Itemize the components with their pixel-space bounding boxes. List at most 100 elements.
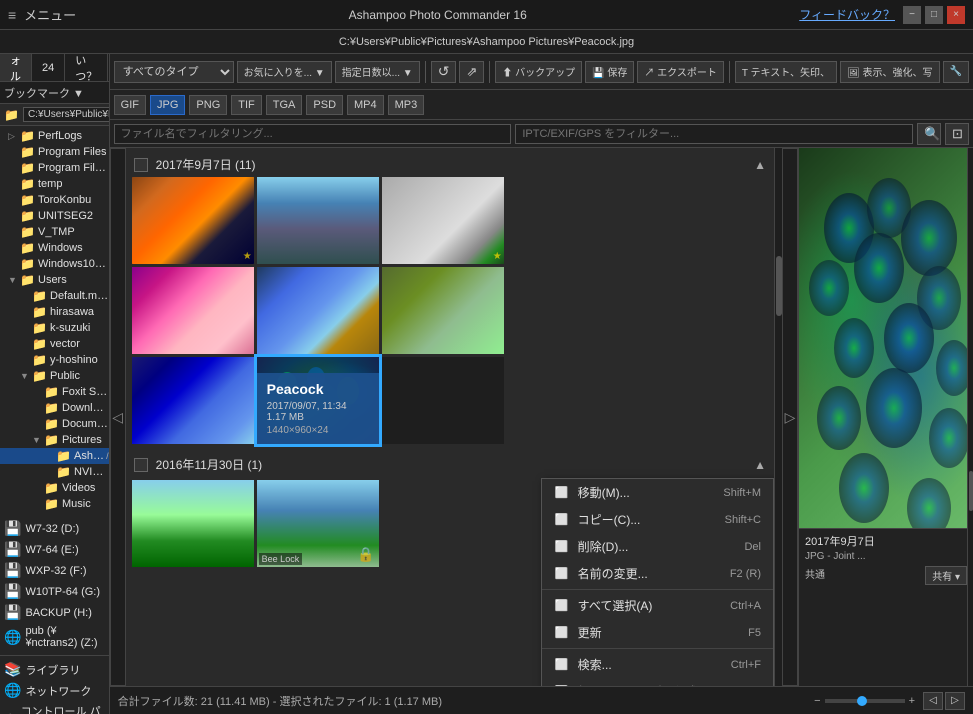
gif-tag[interactable]: GIF xyxy=(114,95,146,115)
share-button[interactable]: ⇗ xyxy=(459,61,484,83)
favorites-button[interactable]: お気に入りを... ▼ xyxy=(237,61,332,83)
photo-6[interactable] xyxy=(382,267,504,354)
tree-item-public[interactable]: ▼ 📁 Public xyxy=(0,368,109,384)
date-expand-2[interactable]: ▲ xyxy=(754,458,766,472)
tree-item-programfilesx86[interactable]: 📁 Program Files (x86) xyxy=(0,160,109,176)
tooltip-date: 2017/09/07, 11:34 xyxy=(267,401,369,412)
date-group-checkbox-1[interactable] xyxy=(134,158,148,172)
refresh-button[interactable]: ↺ xyxy=(431,61,457,83)
path-input[interactable] xyxy=(23,107,110,122)
grid-scrollbar-thumb[interactable] xyxy=(776,256,782,316)
nav-right-arrow[interactable]: ▷ xyxy=(782,148,798,686)
iptc-search[interactable] xyxy=(515,124,913,144)
tree-item-temp[interactable]: 📁 temp xyxy=(0,176,109,192)
tree-item-music[interactable]: 📁 Music xyxy=(0,496,109,512)
tab-folder[interactable]: フォルダ xyxy=(0,54,32,81)
right-share-btn[interactable]: 共有 ▾ xyxy=(925,566,967,585)
drive-backup[interactable]: 💾BACKUP (H:) xyxy=(0,602,109,623)
mp4-tag[interactable]: MP4 xyxy=(347,95,384,115)
zoom-slider[interactable] xyxy=(825,699,905,703)
drive-wxp32[interactable]: 💾WXP-32 (F:) xyxy=(0,560,109,581)
tree-item-foxit[interactable]: 📁 Foxit Software xyxy=(0,384,109,400)
tree-item-nvidia[interactable]: 📁 NVIDIA Corpo xyxy=(0,464,109,480)
zoom-out-icon[interactable]: − xyxy=(814,695,820,707)
library-item[interactable]: 📚ライブラリ xyxy=(0,659,109,680)
date-button[interactable]: 指定日数以... ▼ xyxy=(335,61,420,83)
tree-item-ashampoo[interactable]: 📁 Ashampoo Pi / xyxy=(0,448,109,464)
backup-button[interactable]: ⬆ バックアップ xyxy=(495,61,582,83)
tree-item-perflog[interactable]: ▷ 📁 PerfLogs xyxy=(0,128,109,144)
date-group-checkbox-2[interactable] xyxy=(134,458,148,472)
type-select[interactable]: すべてのタイプ xyxy=(114,61,234,83)
tree-item-users[interactable]: ▼ 📁 Users xyxy=(0,272,109,288)
bookmarks-label[interactable]: ブックマーク ▼ xyxy=(4,85,84,101)
tools-button[interactable]: 🔧 xyxy=(943,61,969,83)
zoom-thumb[interactable] xyxy=(857,696,867,706)
close-button[interactable]: × xyxy=(947,6,965,24)
tree-item-windows[interactable]: 📁 Windows xyxy=(0,240,109,256)
tree-item-downloads[interactable]: 📁 Downloads xyxy=(0,400,109,416)
enhance-button[interactable]: 🖼 表示、強化、写 xyxy=(840,61,939,83)
photo-5[interactable] xyxy=(257,267,379,354)
mp3-tag[interactable]: MP3 xyxy=(388,95,425,115)
tree-item-default[interactable]: 📁 Default.migrated xyxy=(0,288,109,304)
cm-move[interactable]: ⬜ 移動(M)... Shift+M xyxy=(542,479,773,506)
tree-item-programfiles[interactable]: 📁 Program Files xyxy=(0,144,109,160)
zoom-in-icon[interactable]: + xyxy=(909,695,915,707)
minimize-button[interactable]: − xyxy=(903,6,921,24)
photo-2[interactable] xyxy=(257,177,379,264)
tree-item-hirasawa[interactable]: 📁 hirasawa xyxy=(0,304,109,320)
cm-search[interactable]: ⬜ 検索... Ctrl+F xyxy=(542,651,773,678)
cm-select-all[interactable]: ⬜ すべて選択(A) Ctrl+A xyxy=(542,592,773,619)
filter-icon-btn[interactable]: ⊡ xyxy=(945,123,969,145)
photo-1[interactable]: ★ xyxy=(132,177,254,264)
tree-item-unitseg2[interactable]: 📁 UNITSEG2 xyxy=(0,208,109,224)
next-page-btn[interactable]: ▷ xyxy=(945,692,965,710)
photo-lock[interactable]: 🔒 Bee Lock xyxy=(257,480,379,567)
jpg-tag[interactable]: JPG xyxy=(150,95,185,115)
photo-landscape[interactable] xyxy=(132,480,254,567)
text-button[interactable]: T テキスト、矢印、 xyxy=(735,61,837,83)
export-button[interactable]: ↗ エクスポート xyxy=(637,61,723,83)
feedback-link[interactable]: フィードバック？ xyxy=(799,6,895,23)
filename-search[interactable] xyxy=(114,124,512,144)
tree-item-vector[interactable]: 📁 vector xyxy=(0,336,109,352)
cm-copy[interactable]: ⬜ コピー(C)... Shift+C xyxy=(542,506,773,533)
tree-item-vtmp[interactable]: 📁 V_TMP xyxy=(0,224,109,240)
cm-delete[interactable]: ⬜ 削除(D)... Del xyxy=(542,533,773,560)
tree-item-ksuzuki[interactable]: 📁 k-suzuki xyxy=(0,320,109,336)
grid-scrollbar[interactable] xyxy=(774,148,782,686)
tab-count[interactable]: 24 xyxy=(32,54,65,81)
psd-tag[interactable]: PSD xyxy=(306,95,343,115)
drive-w764[interactable]: 💾W7-64 (E:) xyxy=(0,539,109,560)
tree-item-videos[interactable]: 📁 Videos xyxy=(0,480,109,496)
cm-rename[interactable]: ⬜ 名前の変更... F2 (R) xyxy=(542,560,773,587)
network-item[interactable]: 🌐ネットワーク xyxy=(0,680,109,701)
hamburger-icon[interactable]: ≡ xyxy=(8,7,16,23)
drive-w10tp64[interactable]: 💾W10TP-64 (G:) xyxy=(0,581,109,602)
tree-item-torokonbu[interactable]: 📁 ToroKonbu xyxy=(0,192,109,208)
tree-item-pictures[interactable]: ▼ 📁 Pictures xyxy=(0,432,109,448)
tree-item-yhoshino[interactable]: 📁 y-hoshino xyxy=(0,352,109,368)
maximize-button[interactable]: □ xyxy=(925,6,943,24)
tree-item-documents[interactable]: 📁 Documents xyxy=(0,416,109,432)
search-icon-btn[interactable]: 🔍 xyxy=(917,123,941,145)
drive-w732[interactable]: 💾W7-32 (D:) xyxy=(0,518,109,539)
nav-left-arrow[interactable]: ◁ xyxy=(110,148,126,686)
photo-4[interactable] xyxy=(132,267,254,354)
date-expand-1[interactable]: ▲ xyxy=(754,158,766,172)
cm-new-folder[interactable]: ⬜ 新しいフォルダー作成... xyxy=(542,678,773,686)
photo-7[interactable] xyxy=(132,357,254,444)
tif-tag[interactable]: TIF xyxy=(231,95,262,115)
tab-when[interactable]: いつ？ xyxy=(65,54,108,81)
drive-nctrans2[interactable]: 🌐pub (¥¥nctrans2) (Z:) xyxy=(0,623,109,651)
photo-3[interactable]: ★ xyxy=(382,177,504,264)
photo-peacock[interactable]: Peacock 2017/09/07, 11:34 1.17 MB 1440×9… xyxy=(257,357,379,444)
prev-page-btn[interactable]: ◁ xyxy=(923,692,943,710)
cm-refresh[interactable]: ⬜ 更新 F5 xyxy=(542,619,773,646)
png-tag[interactable]: PNG xyxy=(189,95,227,115)
control-panel-item[interactable]: ⚙コントロール パネル xyxy=(0,701,109,714)
save-button[interactable]: 💾 保存 xyxy=(585,61,634,83)
tree-item-windows10[interactable]: 📁 Windows10Upgrade xyxy=(0,256,109,272)
tga-tag[interactable]: TGA xyxy=(266,95,303,115)
